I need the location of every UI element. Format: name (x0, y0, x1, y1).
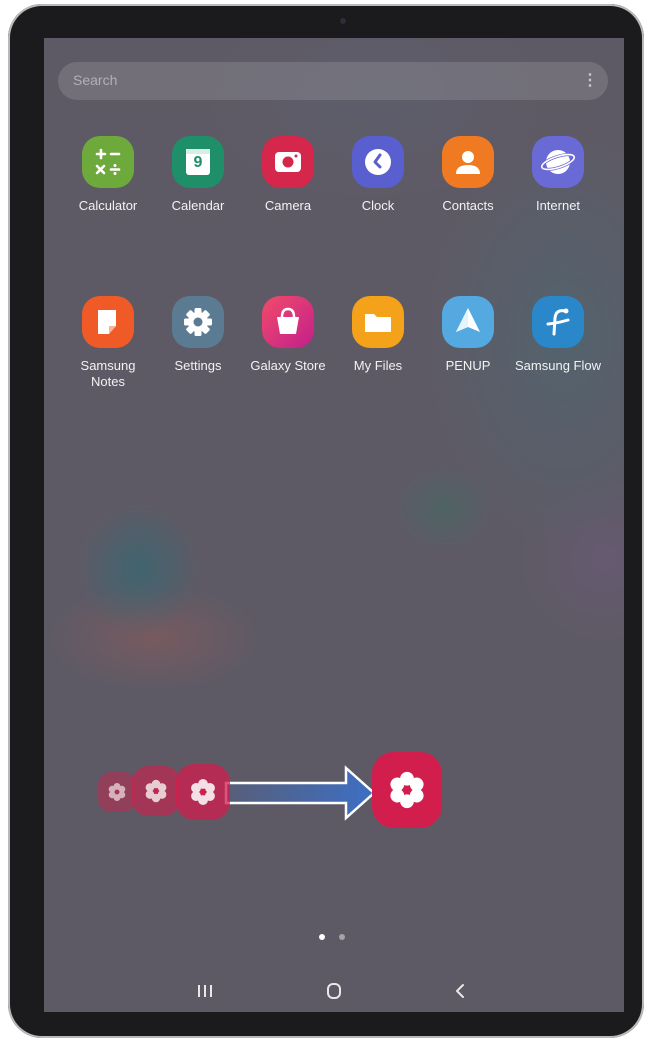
app-label: PENUP (445, 358, 491, 373)
penup-icon (442, 296, 494, 348)
app-label: Samsung Flow (515, 358, 601, 373)
app-internet[interactable]: Internet (514, 136, 602, 214)
calendar-day: 9 (193, 154, 203, 171)
app-my-files[interactable]: My Files (334, 296, 422, 374)
app-label: Camera (264, 198, 312, 213)
page-dot[interactable] (339, 934, 345, 940)
home-button[interactable] (319, 978, 349, 1004)
app-clock[interactable]: Clock (334, 136, 422, 214)
camera-icon (262, 136, 314, 188)
samsung-notes-icon (82, 296, 134, 348)
recent-apps-icon (198, 985, 212, 997)
samsung-flow-icon (532, 296, 584, 348)
calendar-icon: 9 (172, 136, 224, 188)
app-label: Samsung Notes (80, 358, 136, 389)
app-penup[interactable]: PENUP (424, 296, 512, 374)
my-files-icon (352, 296, 404, 348)
back-icon (456, 984, 464, 998)
search-bar[interactable]: Search ⋮ (58, 62, 608, 100)
app-camera[interactable]: Camera (244, 136, 332, 214)
front-camera (340, 18, 346, 24)
app-label: Calculator (78, 198, 138, 213)
app-contacts[interactable]: Contacts (424, 136, 512, 214)
app-label: Contacts (442, 198, 494, 213)
app-label: Internet (535, 198, 581, 213)
recent-apps-button[interactable] (190, 978, 220, 1004)
app-samsung-notes[interactable]: Samsung Notes (64, 296, 152, 390)
more-options-icon[interactable]: ⋮ (582, 70, 598, 92)
app-icon-target (372, 752, 442, 828)
clock-icon (352, 136, 404, 188)
app-samsung-flow[interactable]: Samsung Flow (514, 296, 602, 374)
settings-icon (172, 296, 224, 348)
home-icon (327, 983, 341, 999)
home-screen: Search ⋮ Calculator 9 Calendar Camera Cl… (44, 38, 624, 1012)
drag-gesture-illustration (96, 750, 442, 835)
app-label: Clock (361, 198, 395, 213)
drag-arrow-graphic (98, 752, 442, 828)
app-calculator[interactable]: Calculator (64, 136, 152, 214)
calculator-icon (82, 136, 134, 188)
navigation-bar (44, 968, 624, 1012)
app-label: Settings (174, 358, 222, 373)
app-galaxy-store[interactable]: Galaxy Store (244, 296, 332, 374)
search-placeholder: Search (73, 72, 118, 88)
app-label: Calendar (171, 198, 225, 213)
app-label: Galaxy Store (250, 358, 326, 373)
galaxy-store-icon (262, 296, 314, 348)
contacts-icon (442, 136, 494, 188)
back-button[interactable] (446, 978, 476, 1004)
app-settings[interactable]: Settings (154, 296, 242, 374)
page-dot-active[interactable] (319, 934, 325, 940)
app-calendar[interactable]: 9 Calendar (154, 136, 242, 214)
internet-icon (532, 136, 584, 188)
app-label: My Files (353, 358, 403, 373)
